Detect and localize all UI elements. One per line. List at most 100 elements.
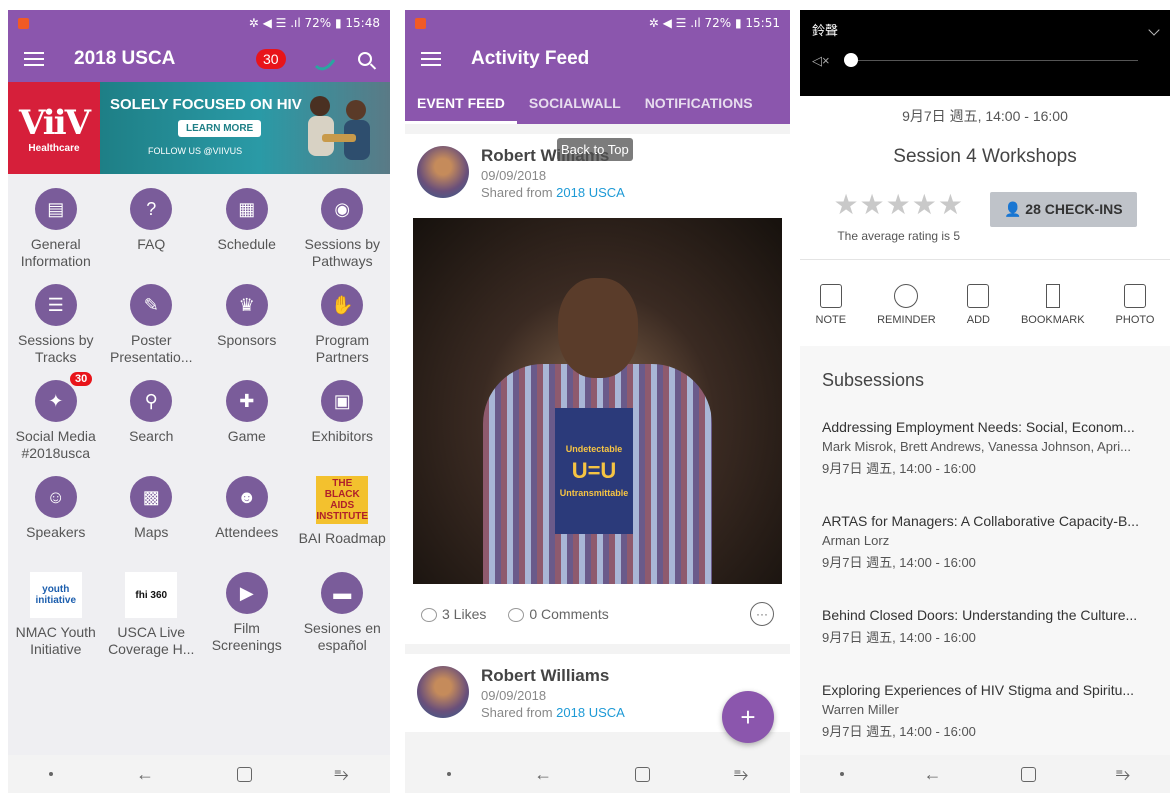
grid-item-label: BAI Roadmap	[298, 530, 386, 546]
session-time: 9月7日 週五, 14:00 - 16:00	[902, 108, 1068, 124]
volume-title: 鈴聲	[812, 23, 839, 38]
like-button[interactable]: 3 Likes	[421, 606, 486, 623]
bai-logo-icon: THE BLACK AIDS INSTITUTE	[316, 476, 369, 524]
home-icon[interactable]	[635, 766, 651, 782]
avatar[interactable]	[417, 146, 469, 198]
more-options-icon[interactable]: ···	[750, 602, 774, 626]
volume-slider-handle[interactable]	[844, 53, 858, 67]
feature-grid: ▤ General Information? FAQ ▦ Schedule ◉ Sessio…	[8, 174, 390, 658]
grid-item-4[interactable]: ☰ Sessions by Tracks	[8, 284, 104, 370]
grid-item-17[interactable]: fhi 360 USCA Live Coverage H...	[104, 572, 200, 658]
calendar-add-icon	[967, 284, 990, 308]
list-item[interactable]: Behind Closed Doors: Understanding the C…	[822, 607, 1148, 646]
note-button[interactable]: NOTE	[816, 284, 846, 326]
post-photo[interactable]: Undetectable U=U Untransmittable	[413, 218, 782, 584]
grid-item-3[interactable]: ◉ Sessions by Pathways	[295, 188, 391, 274]
menu-icon[interactable]	[421, 52, 441, 66]
list-item[interactable]: Exploring Experiences of HIV Stigma and …	[822, 682, 1148, 740]
shared-from-link[interactable]: 2018 USCA	[556, 705, 625, 720]
map-icon: ▩	[130, 476, 173, 518]
add-post-button[interactable]: +	[722, 691, 774, 743]
notification-badge[interactable]: 30	[256, 49, 286, 69]
grid-item-16[interactable]: youth initiative NMAC Youth Initiative	[8, 572, 104, 658]
list-item[interactable]: Addressing Employment Needs: Social, Eco…	[822, 419, 1148, 477]
app-bar: 2018 USCA 30	[8, 36, 390, 82]
grid-item-13[interactable]: ▩ Maps	[104, 476, 200, 562]
pathways-icon: ◉	[321, 188, 364, 230]
grid-item-10[interactable]: ✚ Game	[199, 380, 295, 466]
recents-icon[interactable]: ⥱	[334, 764, 348, 785]
grid-item-8[interactable]: ✦ 30 Social Media #2018usca	[8, 372, 104, 466]
nav-dot-icon[interactable]	[49, 772, 54, 776]
grid-item-2[interactable]: ▦ Schedule	[199, 188, 295, 274]
session-header: 9月7日 週五, 14:00 - 16:00 Session 4 Worksho…	[800, 96, 1170, 259]
recents-icon[interactable]: ⥱	[1116, 764, 1130, 785]
app-title: 2018 USCA	[74, 48, 176, 69]
grid-item-11[interactable]: ▣ Exhibitors	[295, 380, 391, 466]
banner-ad: SOLELY FOCUSED ON HIV LEARN MORE FOLLOW …	[100, 82, 390, 174]
tab-event-feed[interactable]: EVENT FEED	[405, 82, 517, 124]
menu-icon[interactable]	[24, 52, 44, 66]
grid-item-label: Maps	[134, 524, 169, 540]
grid-item-7[interactable]: ✋ Program Partners	[295, 284, 391, 370]
banner-tagline: SOLELY FOCUSED ON HIV	[110, 96, 302, 113]
photo-button[interactable]: PHOTO	[1116, 284, 1154, 326]
home-icon[interactable]	[1021, 766, 1037, 782]
tab-notifications[interactable]: NOTIFICATIONS	[633, 82, 765, 124]
page-title: Activity Feed	[471, 48, 590, 69]
camera-icon	[1124, 284, 1146, 308]
home-icon[interactable]	[236, 766, 252, 782]
grid-item-label: FAQ	[137, 236, 166, 252]
avatar[interactable]	[417, 666, 469, 718]
grid-item-0[interactable]: ▤ General Information	[8, 188, 104, 274]
grid-item-label: Film Screenings	[211, 620, 282, 653]
grid-item-1[interactable]: ? FAQ	[104, 188, 200, 274]
learn-more-button[interactable]: LEARN MORE	[178, 120, 262, 137]
volume-slider-track[interactable]	[858, 59, 1138, 61]
grid-item-19[interactable]: ▬ Sesiones en español	[295, 572, 391, 658]
play-icon: ▶	[225, 572, 268, 614]
grid-item-15[interactable]: THE BLACK AIDS INSTITUTE BAI Roadmap	[295, 476, 391, 562]
back-icon[interactable]: ←	[136, 764, 154, 785]
subsession-speakers: Arman Lorz	[822, 533, 890, 548]
grid-item-12[interactable]: ☺ Speakers	[8, 476, 104, 562]
trophy-icon: ♛	[225, 284, 268, 326]
check-ins-button[interactable]: 👤 28 CHECK-INS	[989, 192, 1137, 227]
uu-card: Undetectable U=U Untransmittable	[555, 408, 633, 534]
grid-item-label: Game	[227, 428, 266, 444]
app-bar: Activity Feed	[405, 36, 790, 82]
status-text: ✲ ◀︎ ☰ .ıl 72% ▮ 15:51	[648, 16, 780, 30]
back-icon[interactable]: ←	[923, 764, 941, 785]
grid-item-5[interactable]: ✎ Poster Presentatio...	[104, 284, 200, 370]
reminder-button[interactable]: REMINDER	[877, 284, 936, 326]
rating-stars[interactable]: ★★★★★	[833, 188, 964, 221]
comment-button[interactable]: 0 Comments	[508, 606, 609, 623]
bookmark-button[interactable]: BOOKMARK	[1021, 284, 1085, 326]
sponsor-banner[interactable]: ViiV Healthcare SOLELY FOCUSED ON HIV LE…	[8, 82, 390, 174]
nav-dot-icon[interactable]	[446, 772, 451, 776]
bookmark-icon	[1045, 284, 1060, 308]
list-item[interactable]: ARTAS for Managers: A Collaborative Capa…	[822, 513, 1148, 571]
grid-item-6[interactable]: ♛ Sponsors	[199, 284, 295, 370]
session-detail-screen: 鈴聲 ◁× 9月7日 週五, 14:00 - 16:00 Session 4 W…	[800, 10, 1170, 793]
back-icon[interactable]: ←	[534, 764, 552, 785]
viiv-logo: ViiV Healthcare	[8, 82, 100, 174]
grid-item-18[interactable]: ▶ Film Screenings	[199, 572, 295, 658]
search-icon[interactable]	[358, 52, 372, 66]
shared-from-link[interactable]: 2018 USCA	[556, 185, 625, 200]
grid-item-label: Schedule	[217, 236, 276, 252]
grid-item-label: Social Media #2018usca	[15, 428, 96, 461]
back-to-top-button[interactable]: Back to Top	[557, 138, 633, 161]
post-author[interactable]: Robert Williams	[481, 666, 625, 686]
subsession-time: 9月7日 週五, 14:00 - 16:00	[822, 461, 976, 476]
add-button[interactable]: ADD	[967, 284, 990, 326]
grid-item-9[interactable]: ⚲ Search	[104, 380, 200, 466]
banner-follow: FOLLOW US @VIIVUS	[148, 146, 243, 156]
grid-item-14[interactable]: ☻ Attendees	[199, 476, 295, 562]
mute-icon[interactable]: ◁×	[812, 53, 830, 68]
post-shared: Shared from 2018 USCA	[481, 185, 625, 200]
nav-dot-icon[interactable]	[839, 772, 844, 776]
post-date: 09/09/2018	[481, 168, 547, 183]
tab-socialwall[interactable]: SOCIALWALL	[517, 82, 633, 124]
recents-icon[interactable]: ⥱	[734, 764, 748, 785]
